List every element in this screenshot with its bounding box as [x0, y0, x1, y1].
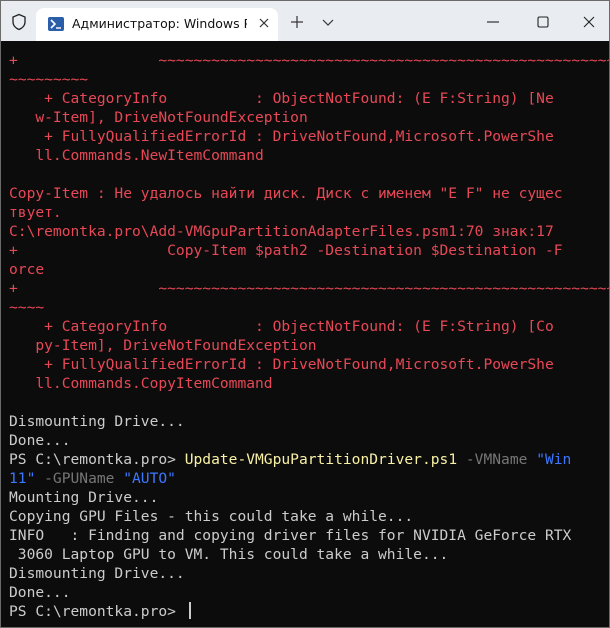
title-bar[interactable]: Администратор: Windows Pc — [1, 1, 609, 41]
terminal-line: ll.Commands.CopyItemCommand — [9, 375, 273, 392]
tab-close-icon[interactable] — [255, 14, 273, 32]
terminal-line: 3060 Laptop GPU to VM. This could take a… — [9, 546, 449, 563]
command-name: Update-VMGpuPartitionDriver.ps1 — [184, 451, 458, 468]
terminal-line: + FullyQualifiedErrorId : DriveNotFound,… — [9, 128, 554, 145]
terminal-line: Done... — [9, 584, 71, 601]
maximize-icon[interactable] — [535, 14, 551, 30]
command-line: PS C:\remontka.pro> Update-VMGpuPartitio… — [9, 450, 571, 469]
minimize-icon[interactable] — [485, 14, 501, 30]
terminal-line: + FullyQualifiedErrorId : DriveNotFound,… — [9, 356, 554, 373]
parameter: -GPUName — [35, 470, 124, 487]
terminal-line: C:\remontka.pro\Add-VMGpuPartitionAdapte… — [9, 223, 554, 240]
terminal-line: py-Item], DriveNotFoundException — [9, 337, 317, 354]
tab-powershell[interactable]: Администратор: Windows Pc — [36, 8, 278, 41]
command-line-continuation: 11" -GPUName "AUTO" — [9, 469, 176, 488]
terminal-line: + ~~~~~~~~~~~~~~~~~~~~~~~~~~~~~~~~~~~~~~… — [9, 52, 610, 69]
terminal-line: Dismounting Drive... — [9, 413, 185, 430]
terminal-line: Copying GPU Files - this could take a wh… — [9, 508, 414, 525]
parameter: -VMName — [457, 451, 537, 468]
terminal-line: INFO : Finding and copying driver files … — [9, 527, 572, 544]
terminal-line: Copy-Item : Не удалось найти диск. Диск … — [9, 185, 563, 202]
terminal-line: ~~~~~~~~~ — [9, 71, 89, 88]
tab-title: Администратор: Windows Pc — [72, 16, 247, 31]
prompt: PS C:\remontka.pro> — [9, 451, 185, 468]
shield-icon — [10, 13, 28, 31]
terminal-line: w-Item], DriveNotFoundException — [9, 109, 308, 126]
powershell-icon — [48, 17, 64, 31]
terminal-line: + CategoryInfo : ObjectNotFound: (E F:St… — [9, 90, 554, 107]
new-tab-plus-icon[interactable] — [290, 14, 304, 30]
terminal-line: + CategoryInfo : ObjectNotFound: (E F:St… — [9, 318, 554, 335]
terminal-line: + ~~~~~~~~~~~~~~~~~~~~~~~~~~~~~~~~~~~~~~… — [9, 280, 610, 297]
chevron-down-icon[interactable] — [321, 14, 335, 30]
terminal-line: orce — [9, 261, 45, 278]
prompt-line: PS C:\remontka.pro> — [9, 603, 185, 620]
terminal-line: ll.Commands.NewItemCommand — [9, 147, 264, 164]
terminal-window: Администратор: Windows Pc + ~~~~~~~~~~~~… — [0, 0, 610, 628]
text-cursor — [189, 602, 191, 619]
terminal-output[interactable]: + ~~~~~~~~~~~~~~~~~~~~~~~~~~~~~~~~~~~~~~… — [1, 41, 609, 627]
terminal-line: Done... — [9, 432, 71, 449]
terminal-line: + Copy-Item $path2 -Destination $Destina… — [9, 242, 563, 259]
string-value: "Win — [536, 451, 572, 468]
string-value: "AUTO" — [123, 470, 176, 487]
close-icon[interactable] — [581, 14, 597, 30]
terminal-line: Mounting Drive... — [9, 489, 159, 506]
terminal-line: Dismounting Drive... — [9, 565, 185, 582]
string-value: 11" — [9, 470, 36, 487]
terminal-line: ~~~~ — [9, 299, 45, 316]
terminal-line: твует. — [9, 204, 62, 221]
